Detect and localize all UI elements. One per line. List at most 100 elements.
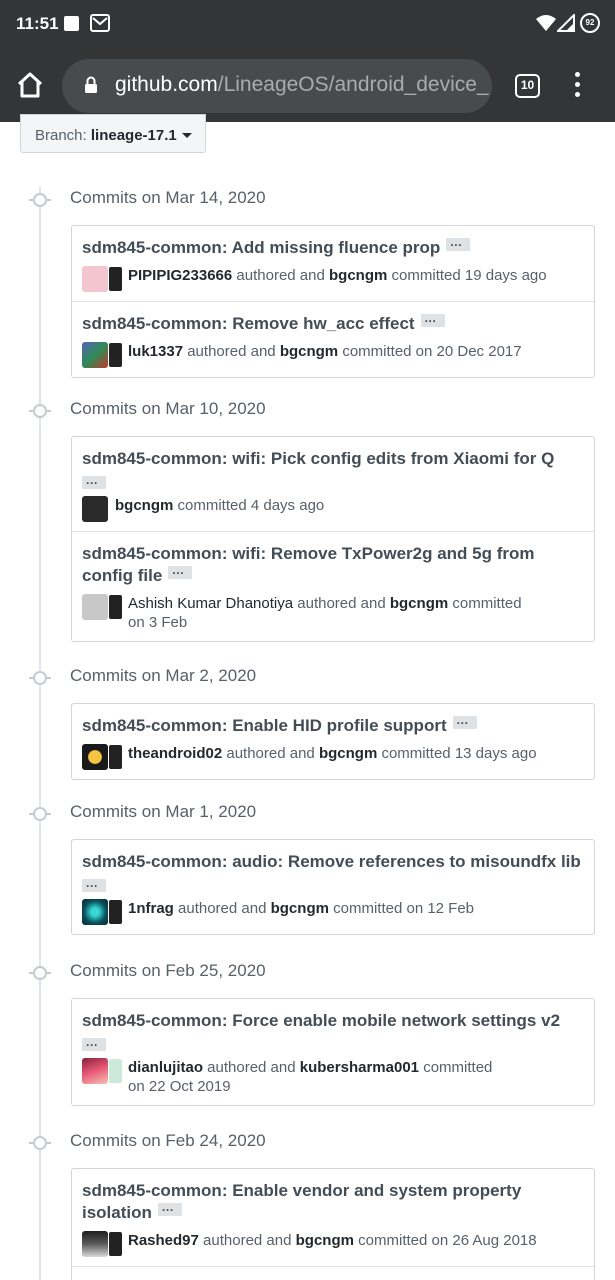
- url-text: github.com/LineageOS/android_device_: [115, 73, 489, 97]
- author-name[interactable]: 1nfrag: [128, 900, 174, 917]
- url-domain: github.com: [115, 73, 218, 96]
- commit-row: sdm845-common: Enable HID profile suppor…: [72, 704, 594, 779]
- status-bar: 11:51 92: [0, 0, 615, 50]
- committer-name[interactable]: bgcngm: [296, 1232, 354, 1249]
- group-title: Commits on Feb 25, 2020: [70, 961, 266, 980]
- author-avatar[interactable]: [82, 899, 108, 925]
- author-avatar[interactable]: [82, 342, 108, 368]
- commit-date: on 3 Feb: [128, 614, 188, 631]
- timeline-line: [39, 187, 41, 1280]
- commit-list: sdm845-common: Add missing fluence prop …: [71, 225, 595, 378]
- expand-ellipsis-button[interactable]: [446, 234, 471, 256]
- commit-message[interactable]: sdm845-common: wifi: Pick config edits f…: [82, 449, 554, 468]
- committer-avatar[interactable]: [109, 1232, 122, 1256]
- commit-message[interactable]: sdm845-common: Add missing fluence prop: [82, 238, 440, 257]
- commit-row: sdm845-common: Remove hw_acc effect luk1…: [72, 301, 594, 377]
- group-title: Commits on Mar 2, 2020: [70, 666, 257, 685]
- expand-ellipsis-button[interactable]: [420, 310, 445, 332]
- committer-name[interactable]: bgcngm: [319, 745, 377, 762]
- commit-message[interactable]: sdm845-common: audio: Remove references …: [82, 852, 581, 871]
- meta-text: authored and: [187, 343, 276, 360]
- expand-ellipsis-button[interactable]: [82, 472, 106, 494]
- author-name[interactable]: Ashish Kumar Dhanotiya: [128, 595, 293, 612]
- commit-list: sdm845-common: Enable vendor and system …: [71, 1168, 595, 1280]
- commit-group-header: Commits on Mar 10, 2020: [0, 397, 615, 423]
- committer-avatar[interactable]: [109, 745, 122, 769]
- commit-list: sdm845-common: Enable HID profile suppor…: [71, 703, 595, 780]
- commit-row: sdm845-common: Enable vendor and system …: [72, 1169, 594, 1267]
- branch-selector[interactable]: Branch: lineage-17.1: [20, 114, 206, 153]
- commit-group-header: Commits on Mar 14, 2020: [0, 186, 615, 212]
- author-name[interactable]: dianlujitao: [128, 1059, 203, 1076]
- expand-ellipsis-button[interactable]: [157, 1199, 182, 1221]
- meta-text: authored and: [226, 745, 315, 762]
- commit-row: sdm845-common: wifi: Remove TxPower2g an…: [72, 531, 594, 641]
- author-name[interactable]: bgcngm: [115, 497, 173, 514]
- commit-dot-icon: [33, 404, 47, 418]
- committer-name[interactable]: bgcngm: [271, 900, 329, 917]
- expand-ellipsis-button[interactable]: [82, 875, 106, 897]
- author-avatar[interactable]: [82, 1058, 108, 1084]
- committer-avatar[interactable]: [109, 267, 122, 291]
- commit-list: sdm845-common: audio: Remove references …: [71, 839, 595, 935]
- commit-message[interactable]: sdm845-common: wifi: Remove TxPower2g an…: [82, 544, 534, 585]
- committer-avatar[interactable]: [109, 1059, 122, 1083]
- expand-ellipsis-button[interactable]: [82, 1034, 106, 1056]
- group-title: Commits on Mar 1, 2020: [70, 802, 257, 821]
- committer-name[interactable]: bgcngm: [280, 343, 338, 360]
- commit-time: committed 4 days ago: [177, 497, 325, 514]
- group-title: Commits on Mar 14, 2020: [70, 188, 266, 207]
- committer-avatar[interactable]: [109, 595, 122, 619]
- expand-ellipsis-button[interactable]: [452, 712, 477, 734]
- commit-time: committed on 20 Dec 2017: [342, 343, 522, 360]
- commit-message[interactable]: sdm845-common: Remove hw_acc effect: [82, 314, 415, 333]
- commit-row: sdm845-common: Force enable mobile netwo…: [72, 999, 594, 1105]
- commit-list: sdm845-common: wifi: Pick config edits f…: [71, 436, 595, 642]
- commit-dot-icon: [33, 966, 47, 980]
- commit-message[interactable]: sdm845-common: Force enable mobile netwo…: [82, 1011, 560, 1030]
- caret-down-icon: [181, 133, 192, 138]
- author-name[interactable]: theandroid02: [128, 745, 222, 762]
- commit-date: on 22 Oct 2019: [128, 1078, 231, 1095]
- commit-group-header: Commits on Mar 2, 2020: [0, 664, 615, 690]
- committer-avatar[interactable]: [109, 343, 122, 367]
- commit-list: sdm845-common: Force enable mobile netwo…: [71, 998, 595, 1106]
- status-time: 11:51: [16, 14, 59, 33]
- commit-time: committed: [423, 1059, 493, 1076]
- commit-dot-icon: [33, 807, 47, 821]
- author-name[interactable]: Rashed97: [128, 1232, 199, 1249]
- tab-switcher-button[interactable]: 10: [515, 74, 540, 98]
- author-avatar[interactable]: [82, 496, 108, 522]
- commit-time: committed 13 days ago: [381, 745, 537, 762]
- author-avatar[interactable]: [82, 266, 108, 292]
- author-avatar[interactable]: [82, 744, 108, 770]
- commit-time: committed on 26 Aug 2018: [358, 1232, 537, 1249]
- committer-name[interactable]: bgcngm: [329, 267, 387, 284]
- branch-value: lineage-17.1: [90, 127, 177, 144]
- author-name[interactable]: luk1337: [128, 343, 183, 360]
- commit-row: sdm845-common: audio: Remove references …: [72, 840, 594, 934]
- author-avatar[interactable]: [82, 1231, 108, 1257]
- battery-icon: 92: [580, 13, 600, 33]
- commit-time: committed on 12 Feb: [333, 900, 475, 917]
- expand-ellipsis-button[interactable]: [168, 562, 193, 584]
- commit-message[interactable]: sdm845-common: Enable vendor and system …: [82, 1181, 521, 1222]
- home-icon[interactable]: [16, 72, 44, 103]
- gmail-icon: [90, 14, 110, 37]
- author-avatar[interactable]: [82, 594, 108, 620]
- commit-dot-icon: [33, 1136, 47, 1150]
- overflow-menu-icon[interactable]: [575, 72, 583, 102]
- commit-message[interactable]: sdm845-common: Enable HID profile suppor…: [82, 716, 447, 735]
- commit-time: committed 19 days ago: [391, 267, 547, 284]
- meta-text: authored and: [207, 1059, 296, 1076]
- commit-time: committed: [452, 595, 522, 612]
- lock-icon: [84, 76, 98, 99]
- commit-dot-icon: [33, 193, 47, 207]
- author-name[interactable]: PIPIPIG233666: [128, 267, 232, 284]
- committer-name[interactable]: kubersharma001: [300, 1059, 419, 1076]
- committer-name[interactable]: bgcngm: [390, 595, 448, 612]
- group-title: Commits on Feb 24, 2020: [70, 1131, 266, 1150]
- address-bar[interactable]: github.com/LineageOS/android_device_: [62, 59, 492, 113]
- committer-avatar[interactable]: [109, 900, 122, 924]
- branch-label: Branch:: [35, 127, 87, 144]
